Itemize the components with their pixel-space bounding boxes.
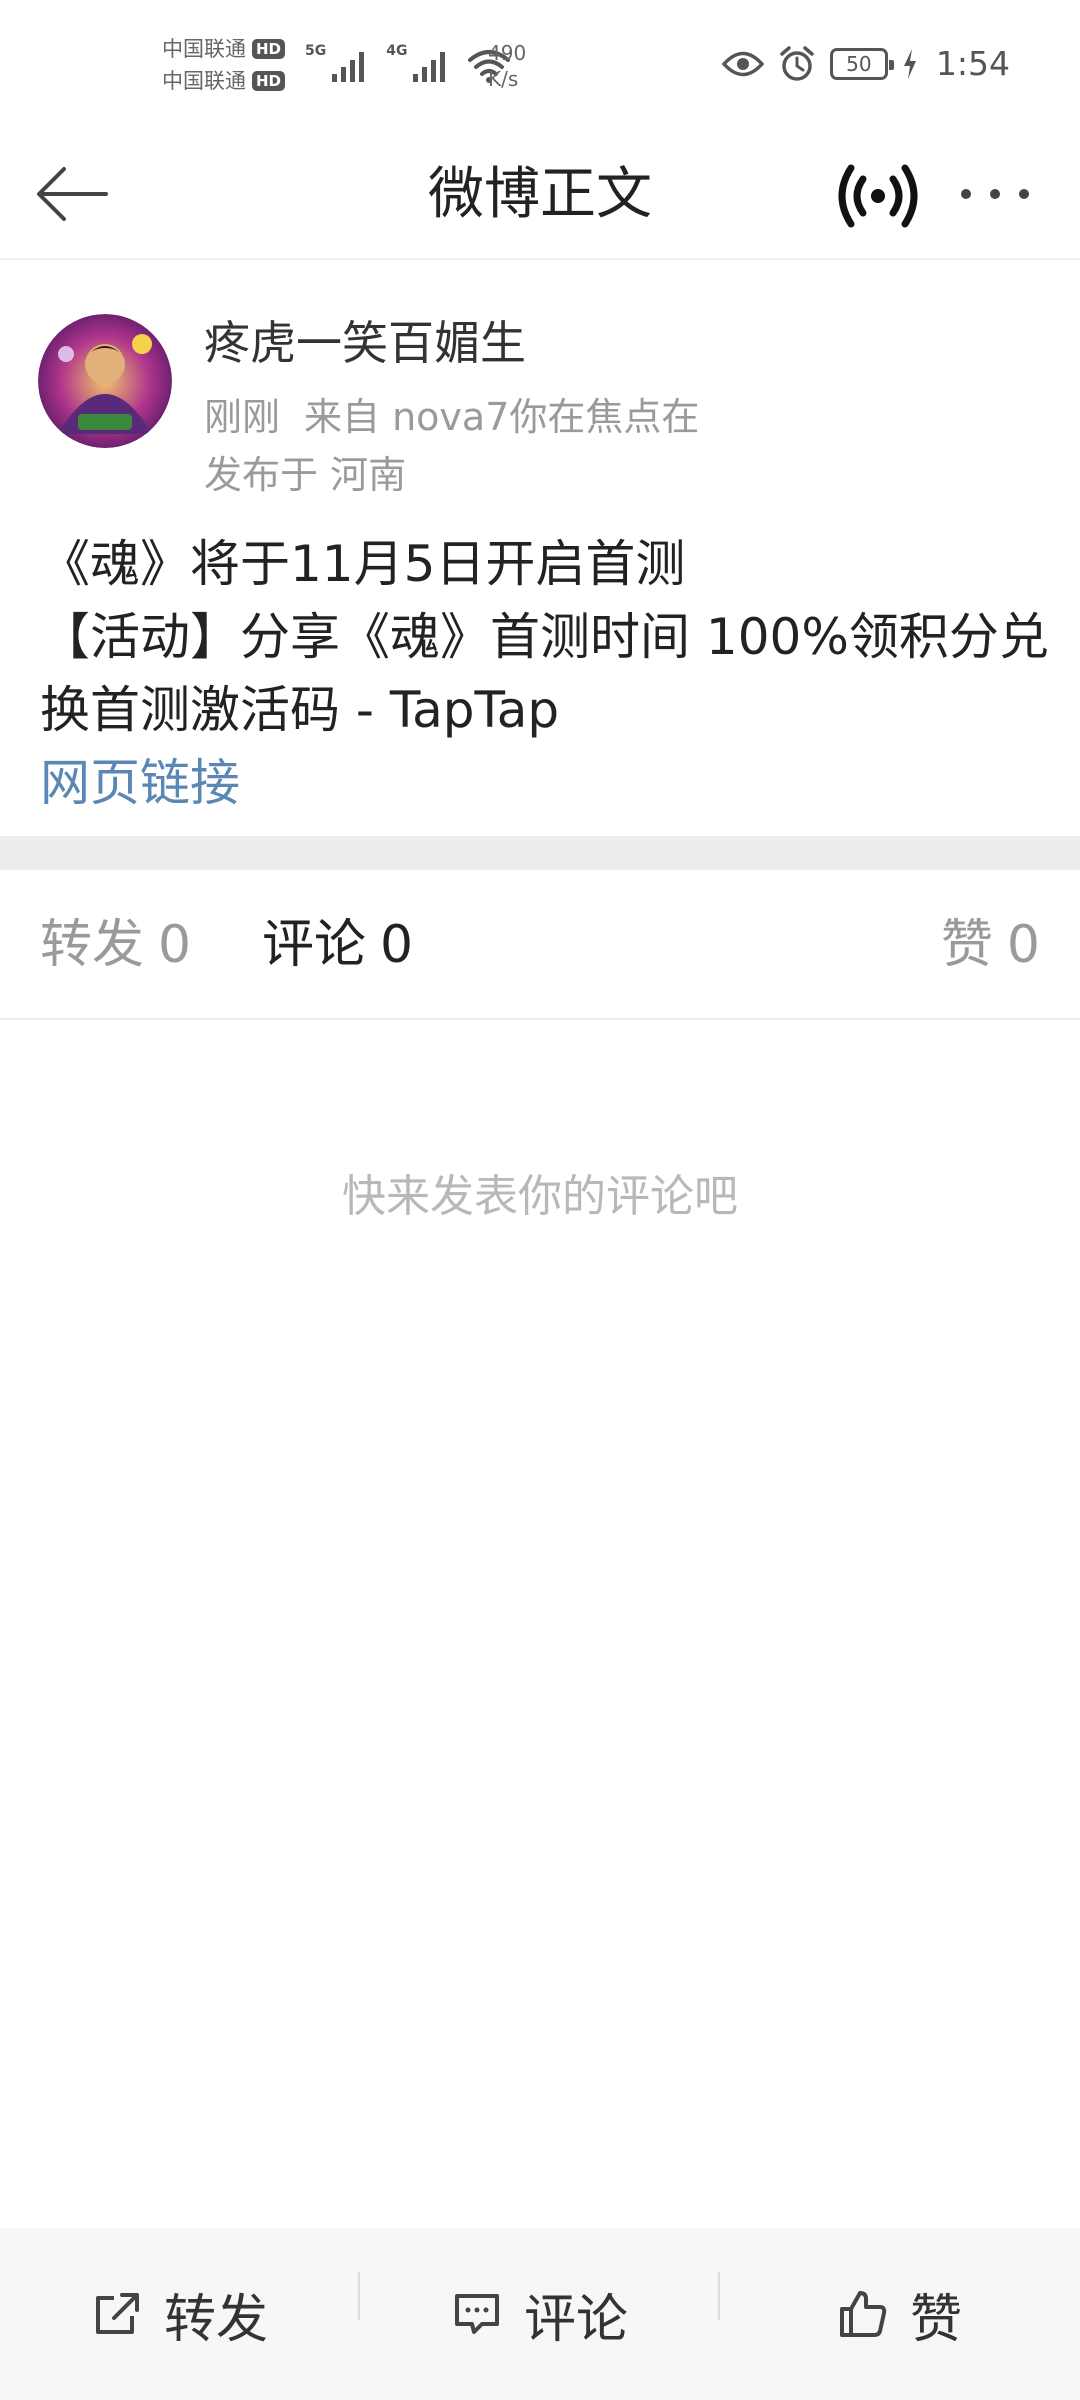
avatar-image xyxy=(38,314,172,448)
hd-badge-1: HD xyxy=(252,39,286,59)
thumbs-up-icon xyxy=(839,2291,887,2337)
like-button[interactable]: 赞 xyxy=(720,2228,1080,2400)
tab-repost-label: 转发 xyxy=(40,915,145,975)
post-text-line: 【活动】分享《魂》首测时间 100%领积分兑换首测激活码 - TapTap xyxy=(40,608,1049,739)
network-type-4g: 4G xyxy=(386,43,408,59)
broadcast-button[interactable] xyxy=(830,148,926,244)
eye-icon xyxy=(721,51,764,76)
tab-comment[interactable]: 评论 0 xyxy=(262,870,413,1020)
top-nav-bar: 微博正文 xyxy=(0,130,1080,260)
post-meta: 刚刚 来自 nova7你在焦点在 发布于 河南 xyxy=(204,388,764,504)
share-icon xyxy=(95,2293,139,2334)
carrier-line-2: 中国联通 HD xyxy=(162,68,286,94)
network-indicators: 5G 4G xyxy=(305,44,511,84)
speed-value: 490 xyxy=(488,41,527,65)
comment-button[interactable]: 评论 xyxy=(360,2228,720,2400)
tab-like-count: 0 xyxy=(1006,915,1040,975)
like-label: 赞 xyxy=(909,2289,962,2350)
more-options-button[interactable] xyxy=(950,152,1040,236)
tab-repost[interactable]: 转发 0 xyxy=(40,870,191,1020)
post-content: 《魂》将于11月5日开启首测 【活动】分享《魂》首测时间 100%领积分兑换首测… xyxy=(40,528,1050,820)
post-card: 疼虎一笑百媚生 刚刚 来自 nova7你在焦点在 发布于 河南 《魂》将于11月5… xyxy=(0,262,1080,836)
battery-indicator: 50 xyxy=(829,47,894,80)
battery-level: 50 xyxy=(846,51,872,76)
network-type-5g: 5G xyxy=(305,43,327,59)
status-bar: 中国联通 HD 中国联通 HD 5G 4G 490 K/s 50 1:54 xyxy=(0,0,1080,130)
status-right: 50 1:54 xyxy=(721,44,1010,83)
post-time: 刚刚 xyxy=(204,395,281,439)
bottom-action-bar: 转发 评论 赞 xyxy=(0,2228,1080,2400)
broadcast-icon xyxy=(838,164,918,228)
hd-badge-2: HD xyxy=(252,71,286,91)
tab-like[interactable]: 赞0 xyxy=(941,870,1040,1020)
username[interactable]: 疼虎一笑百媚生 xyxy=(204,312,526,374)
carrier-info: 中国联通 HD 中国联通 HD xyxy=(162,36,286,94)
web-link[interactable]: 网页链接 xyxy=(40,747,1050,820)
charging-icon xyxy=(903,48,916,79)
repost-button[interactable]: 转发 xyxy=(0,2228,360,2400)
more-dots-icon xyxy=(961,189,1029,199)
network-4g: 4G xyxy=(386,44,449,84)
network-5g: 5G xyxy=(305,44,368,84)
tab-repost-count: 0 xyxy=(158,915,192,975)
tab-like-label: 赞 xyxy=(940,915,993,975)
post-text-line: 《魂》将于11月5日开启首测 xyxy=(40,535,686,593)
tab-comment-label: 评论 xyxy=(262,915,367,975)
signal-icon xyxy=(332,52,365,82)
speed-unit: K/s xyxy=(488,67,519,91)
signal-icon xyxy=(413,52,446,82)
avatar[interactable] xyxy=(38,314,172,448)
tab-comment-count: 0 xyxy=(380,915,414,975)
carrier-name-2: 中国联通 xyxy=(162,69,246,93)
comment-label: 评论 xyxy=(523,2289,628,2350)
section-divider xyxy=(0,836,1080,870)
comment-icon xyxy=(454,2294,499,2334)
empty-comment-hint: 快来发表你的评论吧 xyxy=(342,1171,738,1222)
clock: 1:54 xyxy=(935,44,1010,83)
post-time-source: 刚刚 来自 nova7你在焦点在 xyxy=(204,388,764,446)
repost-label: 转发 xyxy=(163,2289,268,2350)
post-source: 来自 nova7你在焦点在 xyxy=(304,395,700,439)
network-speed: 490 K/s xyxy=(488,40,526,92)
alarm-icon xyxy=(780,45,814,81)
carrier-line-1: 中国联通 HD xyxy=(162,36,286,62)
post-location: 发布于 河南 xyxy=(204,453,407,497)
carrier-name-1: 中国联通 xyxy=(162,37,246,61)
interaction-tabs: 转发 0 评论 0 赞0 xyxy=(0,870,1080,1020)
